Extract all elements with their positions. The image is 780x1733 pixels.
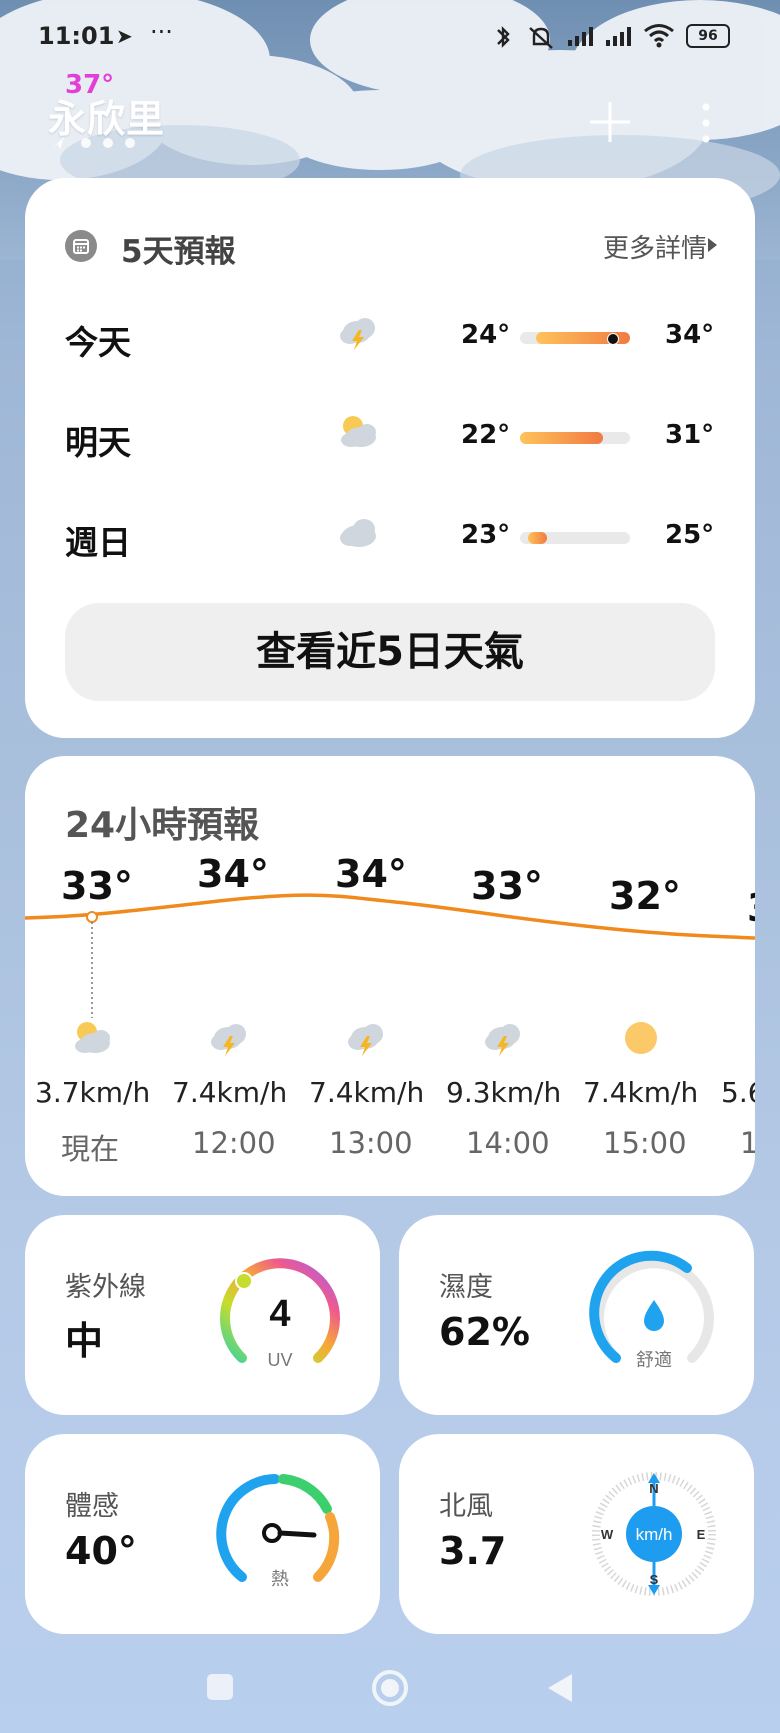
calendar-icon <box>65 230 97 262</box>
forecast-low: 23° <box>461 520 511 550</box>
battery-indicator: 96 <box>686 24 730 48</box>
signal-icon-2 <box>606 27 631 46</box>
temp-range-fill <box>520 432 603 444</box>
hour-temp: 33° <box>471 864 543 908</box>
feels-like-card[interactable]: 體感 40° 熱 <box>25 1434 380 1634</box>
hour-temp: 34° <box>197 852 269 896</box>
add-city-button[interactable] <box>588 100 632 144</box>
forecast-row-sunday[interactable]: 週日 23° 25° <box>25 508 755 568</box>
status-time: 11:01 <box>38 22 115 50</box>
compass-west: W <box>601 1527 614 1542</box>
hour-label: 12:00 <box>192 1126 276 1160</box>
temp-range-bar <box>520 432 630 444</box>
cloud-icon <box>340 519 376 547</box>
hour-wind-speed: 3.7km/h <box>35 1076 151 1109</box>
home-button[interactable] <box>370 1668 410 1708</box>
humidity-value: 62% <box>439 1310 530 1354</box>
signal-icon-1 <box>568 27 593 46</box>
thunder-cloud-icon <box>485 1024 520 1056</box>
hour-wind-speed: 5.6 <box>721 1076 755 1109</box>
mute-bell-icon <box>529 27 553 49</box>
location-arrow-status-icon: ➤ <box>116 24 133 48</box>
compass-east: E <box>697 1527 706 1542</box>
more-details-link[interactable]: 更多詳情 <box>603 228 707 265</box>
thunder-cloud-icon <box>348 1024 383 1056</box>
hour-label: 現在 <box>61 1132 120 1166</box>
humidity-label: 濕度 <box>439 1272 493 1303</box>
sun-icon <box>625 1022 657 1054</box>
status-bar: 11:01 ➤ ··· 96 <box>38 18 742 54</box>
hour-temp: 34° <box>335 852 407 896</box>
water-drop-icon <box>644 1300 664 1331</box>
humidity-card[interactable]: 濕度 62% 舒適 <box>399 1215 754 1415</box>
forecast-high: 34° <box>665 320 715 350</box>
view-5-day-weather-button[interactable]: 查看近5日天氣 <box>65 603 715 701</box>
forecast-row-today[interactable]: 今天 24° 34° <box>25 308 755 368</box>
hour-temp: 33° <box>61 864 133 908</box>
thunder-cloud-icon <box>211 1024 246 1056</box>
hour-label: 15:00 <box>603 1126 687 1160</box>
hour-label: 13:00 <box>329 1126 413 1160</box>
forecast-low: 24° <box>461 320 511 350</box>
humidity-gauge: 舒適 <box>589 1250 714 1370</box>
hour-label: 14:00 <box>466 1126 550 1160</box>
forecast-row-tomorrow[interactable]: 明天 22° 31° <box>25 408 755 468</box>
hour-temp: 3 <box>747 886 755 930</box>
current-location-arrow-icon <box>52 137 64 149</box>
uv-level: 中 <box>65 1319 104 1363</box>
back-button[interactable] <box>544 1670 576 1706</box>
feels-like-value: 40° <box>65 1529 137 1573</box>
forecast-day: 明天 <box>65 423 131 462</box>
feels-like-caption: 熱 <box>271 1569 289 1589</box>
uv-gauge: 4 UV <box>220 1258 340 1370</box>
forecast-high: 25° <box>665 520 715 550</box>
temp-range-fill <box>528 532 547 544</box>
temp-range-bar <box>520 332 630 345</box>
forecast-day: 今天 <box>65 323 131 362</box>
forecast-low: 22° <box>461 420 511 450</box>
recent-apps-button[interactable] <box>205 1672 235 1702</box>
hour-temp: 32° <box>609 874 681 918</box>
more-details-arrow-icon <box>708 238 717 252</box>
hour-label: 1 <box>740 1126 755 1160</box>
current-temp-marker <box>607 333 619 345</box>
more-options-button[interactable] <box>700 102 712 144</box>
partly-cloudy-icon <box>341 416 376 447</box>
uv-index-card[interactable]: 紫外線 中 4 UV <box>25 1215 380 1415</box>
thunder-cloud-icon <box>340 318 375 350</box>
five-day-forecast-card: 5天預報 更多詳情 今天 24° 34° 明天 22° 31° 週日 23° 2… <box>25 178 755 738</box>
wind-compass: km/h N S E W <box>592 1472 716 1596</box>
feels-like-gauge: 熱 <box>216 1474 340 1589</box>
hourly-forecast-card: 24小時預報 33° 34° 34° 33° 32° 3 3.7km/h 7.4… <box>25 756 755 1196</box>
partly-cloudy-icon <box>75 1022 110 1053</box>
uv-unit: UV <box>267 1350 292 1370</box>
feels-like-label: 體感 <box>65 1491 119 1522</box>
compass-north: N <box>649 1481 658 1496</box>
battery-level: 96 <box>698 28 718 44</box>
uv-label: 紫外線 <box>65 1272 146 1303</box>
wind-speed-value: 3.7 <box>439 1529 507 1573</box>
wind-card[interactable]: 北風 3.7 km/h N S E W <box>399 1434 754 1634</box>
system-navigation-bar <box>0 1650 780 1730</box>
humidity-caption: 舒適 <box>636 1350 672 1370</box>
forecast-high: 31° <box>665 420 715 450</box>
temp-range-bar <box>520 532 630 544</box>
hour-wind-speed: 9.3km/h <box>446 1076 562 1109</box>
bluetooth-icon <box>497 26 510 48</box>
status-more-dots: ··· <box>150 18 173 46</box>
hour-wind-speed: 7.4km/h <box>583 1076 699 1109</box>
wifi-icon <box>644 24 674 48</box>
uv-value: 4 <box>269 1293 290 1335</box>
wind-unit: km/h <box>636 1525 673 1544</box>
hour-wind-speed: 7.4km/h <box>172 1076 288 1109</box>
hour-wind-speed: 7.4km/h <box>309 1076 425 1109</box>
five-day-forecast-title: 5天預報 <box>121 234 236 270</box>
location-page-indicator <box>52 137 135 149</box>
compass-south: S <box>650 1572 659 1587</box>
wind-direction-label: 北風 <box>439 1491 493 1522</box>
forecast-day: 週日 <box>65 523 131 562</box>
